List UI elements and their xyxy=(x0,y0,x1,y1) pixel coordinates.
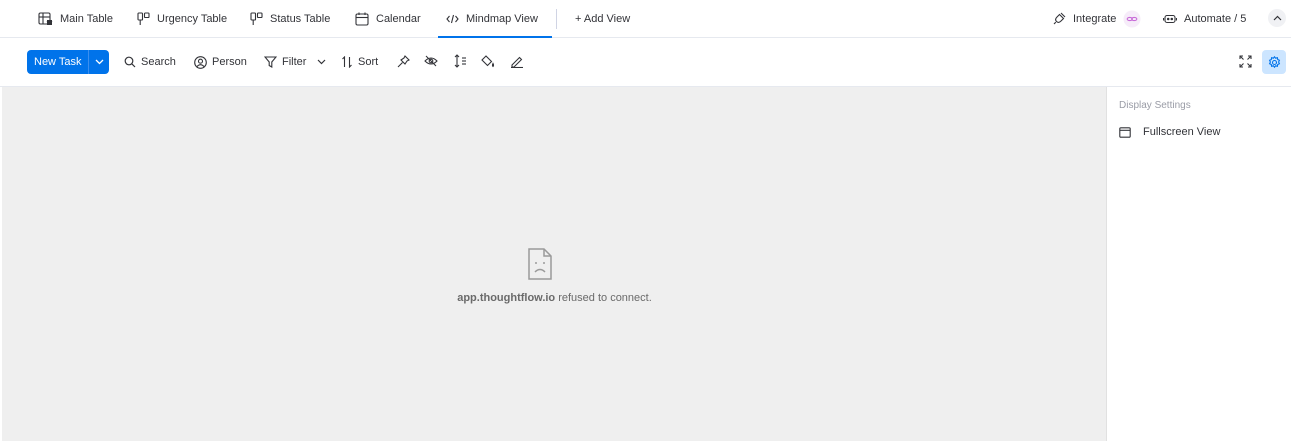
chevron-down-icon xyxy=(318,59,326,65)
person-icon xyxy=(194,55,207,69)
tab-label: Calendar xyxy=(376,12,421,25)
plug-icon xyxy=(1053,12,1066,25)
panel-title: Display Settings xyxy=(1119,100,1191,111)
hide-button[interactable] xyxy=(422,52,440,70)
table-icon xyxy=(38,11,53,25)
gear-icon xyxy=(1268,55,1280,68)
expand-icon xyxy=(1238,54,1252,68)
window-icon xyxy=(1119,126,1131,138)
views-tabs-bar: Main Table Urgency Table Status Table Ca… xyxy=(0,0,1291,38)
error-text: refused to connect. xyxy=(555,292,652,304)
color-button[interactable] xyxy=(479,52,497,70)
fullscreen-view-option[interactable]: Fullscreen View xyxy=(1119,126,1220,138)
eye-off-icon xyxy=(424,55,438,67)
paint-bucket-icon xyxy=(481,54,495,67)
mindmap-embed-frame: app.thoughtflow.io refused to connect. xyxy=(2,87,1107,441)
connection-error-message: app.thoughtflow.io refused to connect. xyxy=(2,292,1107,304)
kanban-icon xyxy=(137,11,150,25)
chevron-up-icon xyxy=(1273,15,1281,21)
pin-icon xyxy=(397,54,410,67)
sort-button[interactable]: Sort xyxy=(341,50,378,74)
fullscreen-view-label: Fullscreen View xyxy=(1143,126,1221,138)
person-label: Person xyxy=(212,56,247,68)
search-icon xyxy=(124,56,136,68)
collapse-header-button[interactable] xyxy=(1268,9,1286,27)
tabs-divider xyxy=(556,9,557,29)
tab-label: Status Table xyxy=(270,12,331,25)
add-view-button[interactable]: + Add View xyxy=(575,0,630,37)
row-height-icon xyxy=(454,54,466,68)
new-task-button[interactable]: New Task xyxy=(27,50,89,74)
row-height-button[interactable] xyxy=(451,52,469,70)
sort-icon xyxy=(342,56,352,68)
integrate-button[interactable]: Integrate xyxy=(1053,0,1141,37)
new-task-dropdown-button[interactable] xyxy=(88,50,110,74)
error-host: app.thoughtflow.io xyxy=(457,292,556,304)
tab-mindmap-view[interactable]: Mindmap View xyxy=(438,0,552,38)
new-task-split-button: New Task xyxy=(27,50,110,74)
sad-document-icon xyxy=(528,248,552,280)
sort-label: Sort xyxy=(358,56,379,68)
tab-label: Urgency Table xyxy=(157,12,228,25)
filter-icon xyxy=(264,56,277,68)
chevron-down-icon xyxy=(95,59,104,65)
automate-button[interactable]: Automate / 5 xyxy=(1163,0,1246,37)
automate-label: Automate / 5 xyxy=(1184,12,1247,25)
person-filter-button[interactable]: Person xyxy=(194,50,247,74)
toolbar: New Task Search Person Filter Sort xyxy=(0,38,1291,87)
tab-urgency-table[interactable]: Urgency Table xyxy=(137,0,227,37)
code-icon xyxy=(446,14,459,23)
filter-label: Filter xyxy=(282,56,307,68)
calendar-icon xyxy=(355,12,369,26)
tab-label: Mindmap View xyxy=(466,12,538,25)
filter-button[interactable]: Filter xyxy=(264,50,326,74)
search-label: Search xyxy=(141,56,176,68)
kanban-icon xyxy=(250,11,263,25)
fullscreen-button[interactable] xyxy=(1236,52,1254,70)
search-button[interactable]: Search xyxy=(124,50,176,74)
display-settings-panel: Display Settings Fullscreen View xyxy=(1106,87,1291,441)
tab-main-table[interactable]: Main Table xyxy=(38,0,113,37)
format-button[interactable] xyxy=(508,52,526,70)
robot-icon xyxy=(1163,14,1177,23)
integration-badge-icon xyxy=(1123,10,1141,27)
add-view-label: + Add View xyxy=(575,12,631,25)
integrate-label: Integrate xyxy=(1073,12,1117,25)
display-settings-button[interactable] xyxy=(1262,50,1286,74)
tab-calendar[interactable]: Calendar xyxy=(355,0,421,37)
pin-button[interactable] xyxy=(394,52,412,70)
tab-status-table[interactable]: Status Table xyxy=(250,0,330,37)
pen-icon xyxy=(511,56,523,68)
tab-label: Main Table xyxy=(60,12,113,25)
